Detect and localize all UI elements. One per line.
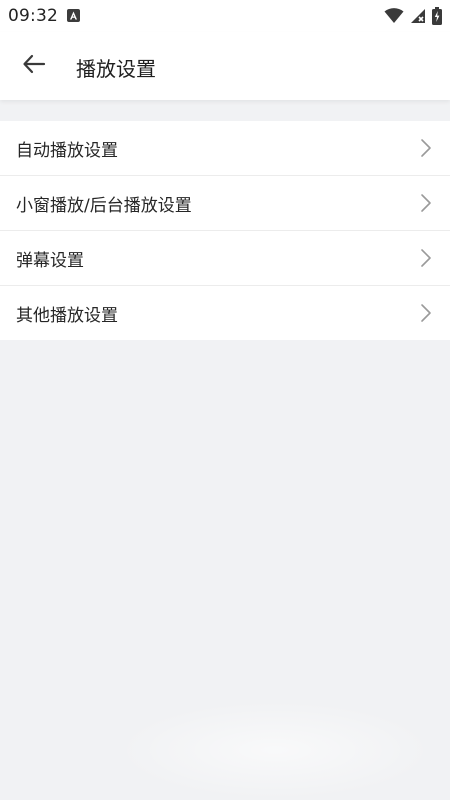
- list-item-label: 小窗播放/后台播放设置: [16, 195, 192, 216]
- list-item-autoplay-settings[interactable]: 自动播放设置: [0, 121, 450, 176]
- wifi-icon: [384, 8, 404, 24]
- app-bar: 播放设置: [0, 32, 450, 100]
- background-glow: [115, 700, 435, 800]
- list-item-other-playback-settings[interactable]: 其他播放设置: [0, 286, 450, 340]
- list-item-label: 弹幕设置: [16, 250, 84, 271]
- chevron-right-icon: [420, 303, 432, 323]
- page-title: 播放设置: [76, 57, 156, 81]
- notification-a-icon: [67, 9, 80, 22]
- list-item-label: 其他播放设置: [16, 305, 118, 326]
- chevron-right-icon: [420, 138, 432, 158]
- chevron-right-icon: [420, 193, 432, 213]
- screen: 09:32 播放设置 自动播放设置 小窗播放/后台播放设置 弹幕设置 其他播放设…: [0, 0, 450, 800]
- battery-charging-icon: [432, 7, 442, 25]
- settings-list: 自动播放设置 小窗播放/后台播放设置 弹幕设置 其他播放设置: [0, 121, 450, 340]
- status-bar: 09:32: [0, 0, 450, 32]
- list-item-danmaku-settings[interactable]: 弹幕设置: [0, 231, 450, 286]
- back-button[interactable]: [16, 50, 52, 82]
- list-item-pip-background-settings[interactable]: 小窗播放/后台播放设置: [0, 176, 450, 231]
- arrow-left-icon: [22, 54, 46, 78]
- chevron-right-icon: [420, 248, 432, 268]
- cellular-signal-icon: [410, 8, 426, 24]
- status-icons: [384, 6, 442, 26]
- list-item-label: 自动播放设置: [16, 140, 118, 161]
- status-time: 09:32: [8, 6, 58, 26]
